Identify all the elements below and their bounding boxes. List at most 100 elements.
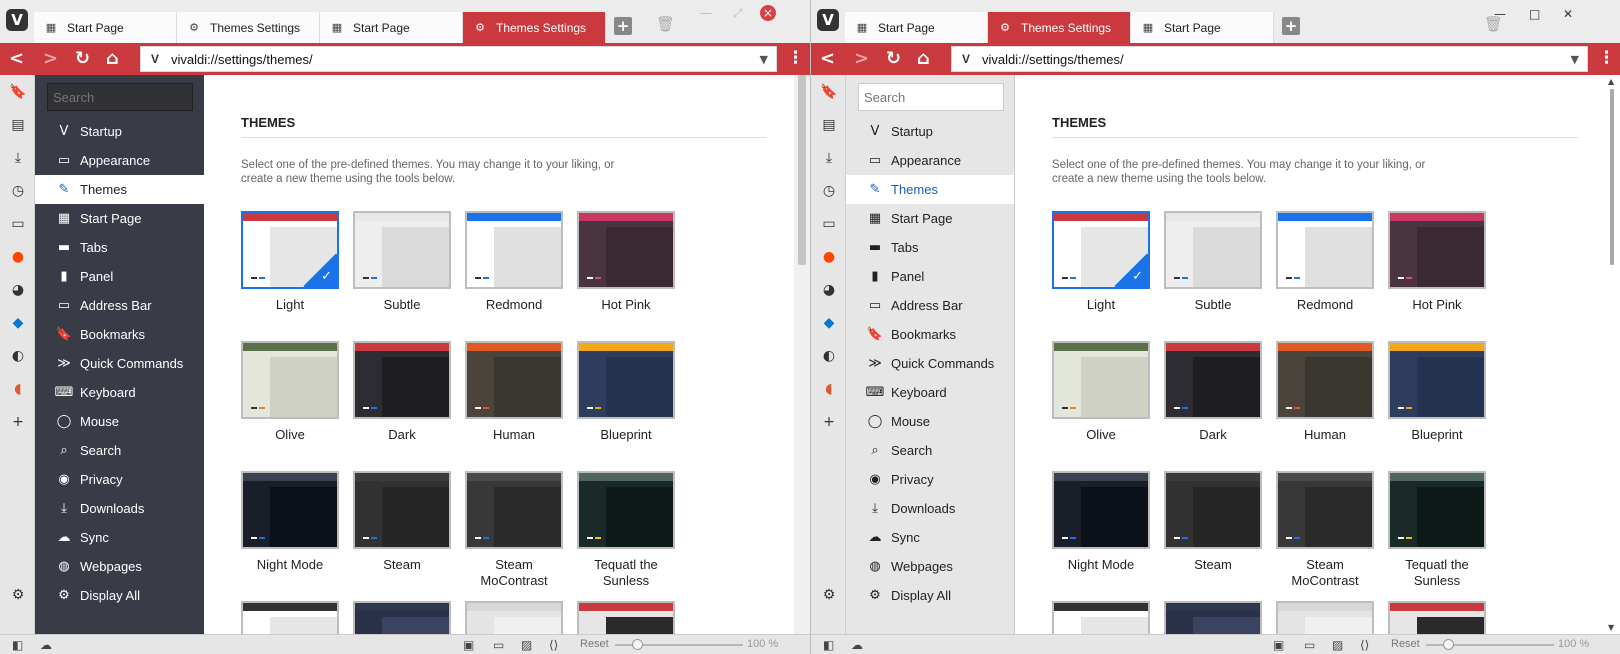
more-menu-icon[interactable]: ⋮ [787, 48, 804, 68]
maximize-icon[interactable]: ⤢ [733, 6, 743, 21]
theme-preview[interactable] [353, 341, 451, 419]
maximize-icon[interactable]: □ [1529, 7, 1540, 21]
theme-card[interactable] [577, 601, 675, 634]
nav-item-mouse[interactable]: ◯ Mouse [846, 407, 1014, 436]
theme-card[interactable]: Redmond [1276, 211, 1374, 333]
theme-preview[interactable] [1164, 341, 1262, 419]
url-text[interactable]: vivaldi://settings/themes/ [982, 52, 1571, 67]
theme-preview[interactable] [465, 471, 563, 549]
window-icon[interactable]: ▭ [9, 215, 27, 233]
back-icon[interactable]: < [9, 49, 24, 69]
zoom-slider-knob[interactable] [1443, 639, 1454, 650]
bookmark-icon[interactable]: 🔖 [820, 83, 838, 101]
nav-item-webpages[interactable]: ◍ Webpages [35, 552, 204, 581]
theme-card[interactable]: Olive [241, 341, 339, 463]
steam-icon[interactable]: ◕ [820, 281, 838, 299]
theme-card[interactable]: Steam MoContrast [1276, 471, 1374, 593]
nav-item-quick-commands[interactable]: ≫ Quick Commands [35, 349, 204, 378]
download-icon[interactable]: ⤓ [820, 149, 838, 167]
theme-preview[interactable] [241, 341, 339, 419]
theme-card[interactable]: ✓ Light [241, 211, 339, 333]
new-tab-button[interactable]: + [1282, 17, 1300, 35]
theme-preview[interactable] [1276, 471, 1374, 549]
zoom-reset-button[interactable]: Reset [1391, 638, 1420, 650]
tab-active[interactable]: ⚙ Themes Settings [463, 12, 606, 43]
theme-preview[interactable] [1388, 601, 1486, 634]
nav-item-keyboard[interactable]: ⌨ Keyboard [35, 378, 204, 407]
theme-card[interactable]: Hot Pink [1388, 211, 1486, 333]
theme-preview[interactable] [353, 471, 451, 549]
tab-item[interactable]: ▦ Start Page [320, 12, 463, 43]
nav-item-start-page[interactable]: ▦ Start Page [846, 204, 1014, 233]
url-text[interactable]: vivaldi://settings/themes/ [171, 52, 760, 67]
tab-item[interactable]: ▦ Start Page [34, 12, 177, 43]
theme-preview[interactable]: ✓ [1052, 211, 1150, 289]
add-panel-icon[interactable]: + [9, 413, 27, 431]
theme-card[interactable]: Steam [353, 471, 451, 593]
tab-item[interactable]: ⚙ Themes Settings [177, 12, 320, 43]
theme-preview[interactable] [1276, 211, 1374, 289]
theme-preview[interactable] [465, 601, 563, 634]
theme-card[interactable]: Night Mode [241, 471, 339, 593]
zoom-reset-button[interactable]: Reset [580, 638, 609, 650]
reload-icon[interactable]: ↻ [886, 49, 901, 69]
nav-item-startup[interactable]: V Startup [846, 117, 1014, 146]
nav-item-startup[interactable]: V Startup [35, 117, 204, 146]
theme-card[interactable]: Hot Pink [577, 211, 675, 333]
window-icon[interactable]: ▭ [820, 215, 838, 233]
nav-item-downloads[interactable]: ⤓ Downloads [35, 494, 204, 523]
images-icon[interactable]: ▨ [521, 638, 532, 652]
forward-icon[interactable]: > [43, 49, 58, 69]
nav-item-bookmarks[interactable]: 🔖 Bookmarks [846, 320, 1014, 349]
sync-cloud-icon[interactable]: ☁ [40, 638, 52, 652]
tab-item[interactable]: ▦ Start Page [1131, 12, 1274, 43]
tile-icon[interactable]: ▭ [493, 638, 504, 652]
outlook-icon[interactable]: ◆ [820, 314, 838, 332]
tab-active[interactable]: ⚙ Themes Settings [988, 12, 1131, 43]
page-actions-icon[interactable]: ⟨⟩ [549, 638, 558, 652]
url-field[interactable]: V vivaldi://settings/themes/ ▼ [140, 46, 777, 72]
home-icon[interactable]: ⌂ [106, 49, 119, 69]
scroll-up-icon[interactable]: ▲ [1608, 77, 1614, 86]
minimize-icon[interactable]: — [700, 6, 712, 20]
zoom-slider-knob[interactable] [632, 639, 643, 650]
outlook-icon[interactable]: ◆ [9, 314, 27, 332]
more-menu-icon[interactable]: ⋮ [1598, 48, 1615, 68]
theme-preview[interactable] [465, 211, 563, 289]
reload-icon[interactable]: ↻ [75, 49, 90, 69]
nav-item-sync[interactable]: ☁ Sync [846, 523, 1014, 552]
page-actions-icon[interactable]: ⟨⟩ [1360, 638, 1369, 652]
nav-item-downloads[interactable]: ⤓ Downloads [846, 494, 1014, 523]
bookmark-icon[interactable]: 🔖 [9, 83, 27, 101]
theme-card[interactable] [465, 601, 563, 634]
theme-preview[interactable] [353, 601, 451, 634]
tile-icon[interactable]: ▭ [1304, 638, 1315, 652]
duckduckgo-icon[interactable]: ◖ [9, 380, 27, 398]
theme-card[interactable]: Steam MoContrast [465, 471, 563, 593]
scrollbar-thumb[interactable] [1610, 89, 1614, 265]
theme-card[interactable]: Night Mode [1052, 471, 1150, 593]
nav-item-webpages[interactable]: ◍ Webpages [846, 552, 1014, 581]
notes-icon[interactable]: ▤ [820, 116, 838, 134]
theme-preview[interactable] [577, 211, 675, 289]
minimize-icon[interactable]: — [1494, 7, 1506, 21]
nav-item-bookmarks[interactable]: 🔖 Bookmarks [35, 320, 204, 349]
nav-item-tabs[interactable]: ▬ Tabs [35, 233, 204, 262]
settings-search-input[interactable] [858, 83, 1004, 111]
nav-item-sync[interactable]: ☁ Sync [35, 523, 204, 552]
nav-item-quick-commands[interactable]: ≫ Quick Commands [846, 349, 1014, 378]
nav-item-address-bar[interactable]: ▭ Address Bar [846, 291, 1014, 320]
chevron-down-icon[interactable]: ▼ [1571, 53, 1579, 66]
theme-card[interactable]: Subtle [1164, 211, 1262, 333]
reddit-icon[interactable]: ● [820, 248, 838, 266]
theme-preview[interactable] [1276, 341, 1374, 419]
nav-item-panel[interactable]: ▮ Panel [35, 262, 204, 291]
theme-card[interactable] [1388, 601, 1486, 634]
theme-preview[interactable] [577, 341, 675, 419]
theme-card[interactable] [1164, 601, 1262, 634]
theme-card[interactable]: Steam [1164, 471, 1262, 593]
panel-toggle-icon[interactable]: ◧ [823, 638, 834, 652]
theme-preview[interactable] [577, 471, 675, 549]
add-panel-icon[interactable]: + [820, 413, 838, 431]
theme-card[interactable]: Blueprint [1388, 341, 1486, 463]
